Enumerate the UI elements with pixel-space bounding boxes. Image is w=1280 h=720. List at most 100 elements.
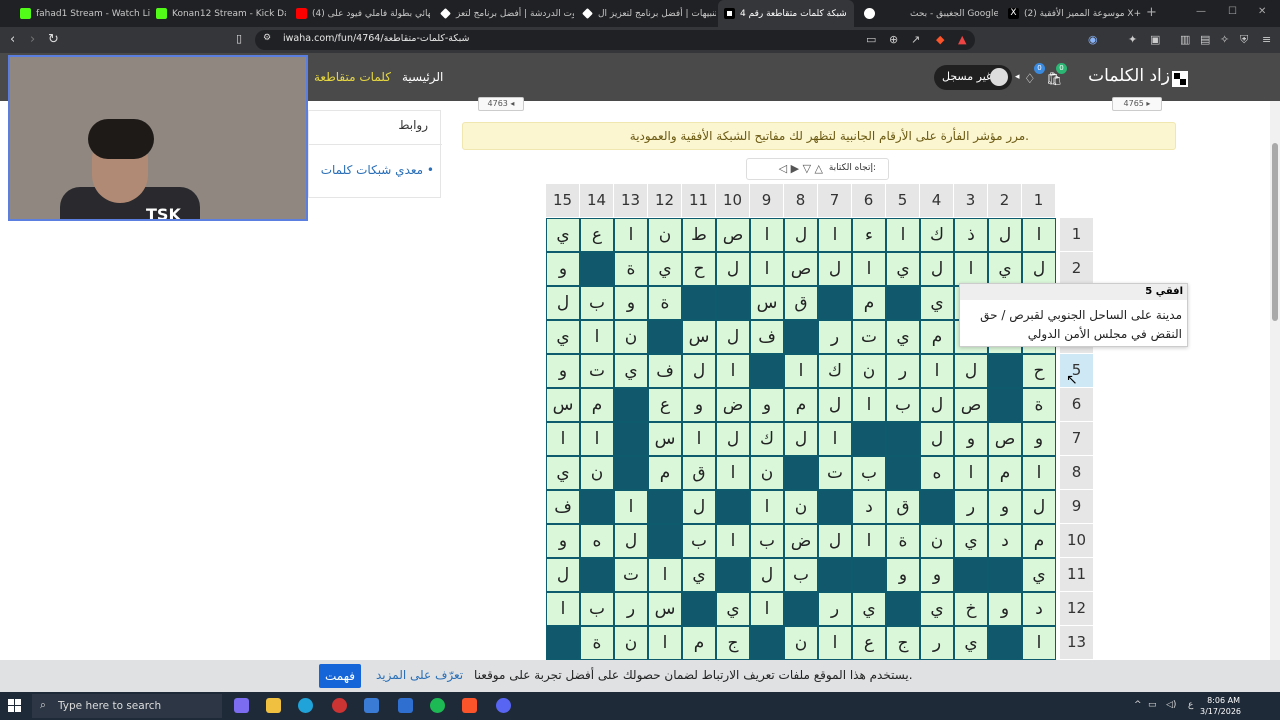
forward-icon[interactable]: › xyxy=(30,32,35,47)
grid-cell[interactable]: ا xyxy=(818,422,852,456)
grid-cell[interactable]: ة xyxy=(580,626,614,660)
logo-icon[interactable] xyxy=(1172,71,1188,87)
browser-tab-7[interactable]: الجغيبق - بحث Google xyxy=(858,0,998,27)
grid-cell[interactable]: و xyxy=(988,490,1022,524)
audio-icon[interactable]: ◉ xyxy=(1088,33,1098,46)
reload-icon[interactable]: ↻ xyxy=(48,32,59,47)
media-icon[interactable]: ▣ xyxy=(1150,33,1160,46)
grid-cell[interactable]: ل xyxy=(954,354,988,388)
crossword-editor-link[interactable]: معدي شبكات كلمات • xyxy=(321,163,434,177)
grid-cell[interactable]: ن xyxy=(784,626,818,660)
browser-tab-1[interactable]: fahad1 Stream - Watch Live on xyxy=(14,0,150,27)
new-tab-icon[interactable]: + xyxy=(1146,5,1157,20)
grid-cell[interactable]: ا xyxy=(546,592,580,626)
screen-icon[interactable]: ▭ xyxy=(866,33,876,46)
share-icon[interactable]: ↗ xyxy=(911,33,920,46)
grid-cell[interactable]: ا xyxy=(750,252,784,286)
maximize-icon[interactable]: ☐ xyxy=(1228,6,1237,17)
grid-cell[interactable]: ا xyxy=(852,388,886,422)
grid-cell[interactable]: و xyxy=(614,286,648,320)
grid-cell[interactable]: ل xyxy=(818,252,852,286)
column-number[interactable]: 14 xyxy=(580,184,613,217)
row-number[interactable]: 1 xyxy=(1060,218,1093,251)
grid-cell[interactable]: ع xyxy=(580,218,614,252)
grid-cell[interactable]: ي xyxy=(716,592,750,626)
brave-shield-icon[interactable]: ◆ xyxy=(936,33,944,46)
grid-cell[interactable]: ي xyxy=(954,524,988,558)
language-indicator[interactable]: ع xyxy=(1188,700,1193,710)
tray-chevron-icon[interactable]: ^ xyxy=(1134,700,1142,710)
grid-cell[interactable]: م xyxy=(682,626,716,660)
nav-home[interactable]: الرئيسية xyxy=(402,70,443,84)
close-tab-icon[interactable]: ✕ xyxy=(853,8,854,19)
grid-cell[interactable]: خ xyxy=(954,592,988,626)
grid-cell[interactable]: د xyxy=(852,490,886,524)
grid-cell[interactable]: ة xyxy=(648,286,682,320)
grid-cell[interactable]: ن xyxy=(614,626,648,660)
grid-cell[interactable]: س xyxy=(682,320,716,354)
grid-cell[interactable]: و xyxy=(988,592,1022,626)
grid-cell[interactable]: ا xyxy=(580,320,614,354)
column-number[interactable]: 5 xyxy=(886,184,919,217)
column-number[interactable]: 8 xyxy=(784,184,817,217)
grid-cell[interactable]: ب xyxy=(750,524,784,558)
row-number[interactable]: 8 xyxy=(1060,456,1093,489)
discord-icon[interactable] xyxy=(496,698,511,713)
scrollbar-thumb[interactable] xyxy=(1272,143,1278,321)
grid-cell[interactable]: ا xyxy=(750,218,784,252)
grid-cell[interactable]: ر xyxy=(954,490,988,524)
grid-cell[interactable]: س xyxy=(546,388,580,422)
grid-cell[interactable]: ل xyxy=(784,422,818,456)
grid-cell[interactable]: ي xyxy=(920,592,954,626)
browser-tab-5[interactable]: التنبيهات | أفضل برنامج لتعزيز ال xyxy=(576,0,716,27)
grid-cell[interactable]: ل xyxy=(920,388,954,422)
grid-cell[interactable]: ا xyxy=(818,218,852,252)
spotify-icon[interactable] xyxy=(430,698,445,713)
grid-cell[interactable]: ه xyxy=(580,524,614,558)
menu-icon[interactable]: ≡ xyxy=(1262,33,1271,46)
browser-tab-3[interactable]: (4) نهائي بطولة فاملي فيود على xyxy=(290,0,430,27)
grid-cell[interactable]: ي xyxy=(614,354,648,388)
column-number[interactable]: 7 xyxy=(818,184,851,217)
grid-cell[interactable]: ج xyxy=(886,626,920,660)
grid-cell[interactable]: ا xyxy=(750,592,784,626)
grid-cell[interactable]: م xyxy=(784,388,818,422)
grid-cell[interactable]: ل xyxy=(920,422,954,456)
edge-icon[interactable] xyxy=(298,698,313,713)
grid-cell[interactable]: م xyxy=(1022,524,1056,558)
grid-cell[interactable]: ت xyxy=(580,354,614,388)
grid-cell[interactable]: ف xyxy=(648,354,682,388)
next-puzzle-button[interactable]: 4765 ▸ xyxy=(1112,97,1162,111)
leo-icon[interactable]: ✧ xyxy=(1220,33,1229,46)
grid-cell[interactable]: ل xyxy=(750,558,784,592)
grid-cell[interactable]: ف xyxy=(750,320,784,354)
grid-cell[interactable]: و xyxy=(750,388,784,422)
column-number[interactable]: 12 xyxy=(648,184,681,217)
grid-cell[interactable]: ح xyxy=(682,252,716,286)
grid-cell[interactable]: ط xyxy=(682,218,716,252)
column-number[interactable]: 13 xyxy=(614,184,647,217)
grid-cell[interactable]: ت xyxy=(614,558,648,592)
grid-cell[interactable]: ء xyxy=(852,218,886,252)
back-icon[interactable]: ‹ xyxy=(10,32,15,47)
row-number[interactable]: 9 xyxy=(1060,490,1093,523)
grid-cell[interactable]: ي xyxy=(920,286,954,320)
grid-cell[interactable]: ق xyxy=(886,490,920,524)
grid-cell[interactable]: ب xyxy=(580,592,614,626)
column-number[interactable]: 6 xyxy=(852,184,885,217)
site-info-icon[interactable]: ⚙ xyxy=(263,33,271,43)
grid-cell[interactable]: ت xyxy=(852,320,886,354)
grid-cell[interactable]: ي xyxy=(1022,558,1056,592)
grid-cell[interactable]: س xyxy=(648,592,682,626)
grid-cell[interactable]: ا xyxy=(716,524,750,558)
column-number[interactable]: 10 xyxy=(716,184,749,217)
grid-cell[interactable]: ت xyxy=(818,456,852,490)
grid-cell[interactable]: ر xyxy=(818,592,852,626)
grid-cell[interactable]: ص xyxy=(784,252,818,286)
column-number[interactable]: 15 xyxy=(546,184,579,217)
grid-cell[interactable]: و xyxy=(886,558,920,592)
copilot-icon[interactable] xyxy=(234,698,249,713)
grid-cell[interactable]: ن xyxy=(648,218,682,252)
grid-cell[interactable]: ا xyxy=(716,354,750,388)
grid-cell[interactable]: م xyxy=(648,456,682,490)
